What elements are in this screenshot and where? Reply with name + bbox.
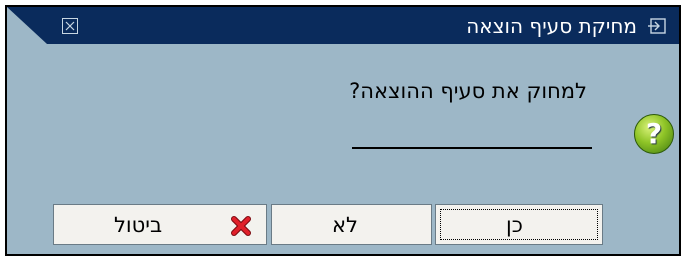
cancel-button[interactable]: ביטול (53, 204, 267, 245)
no-button[interactable]: לא (271, 204, 432, 245)
red-x-icon (231, 216, 251, 236)
no-button-label: לא (332, 213, 358, 237)
title-bar: מחיקת סעיף הוצאה (7, 7, 679, 44)
window-menu-icon[interactable] (647, 17, 667, 35)
yes-button[interactable]: כן (435, 204, 603, 245)
cancel-button-label: ביטול (114, 213, 163, 237)
confirmation-question: למחוק את סעיף ההוצאה? (349, 79, 587, 103)
dialog-title: מחיקת סעיף הוצאה (466, 14, 637, 38)
close-icon[interactable] (62, 18, 78, 34)
question-underline (352, 147, 592, 149)
confirm-delete-dialog: מחיקת סעיף הוצאה למחוק את סעיף ההוצאה? ?… (5, 5, 681, 256)
yes-button-label: כן (506, 213, 523, 237)
question-mark-icon: ? (634, 114, 674, 154)
